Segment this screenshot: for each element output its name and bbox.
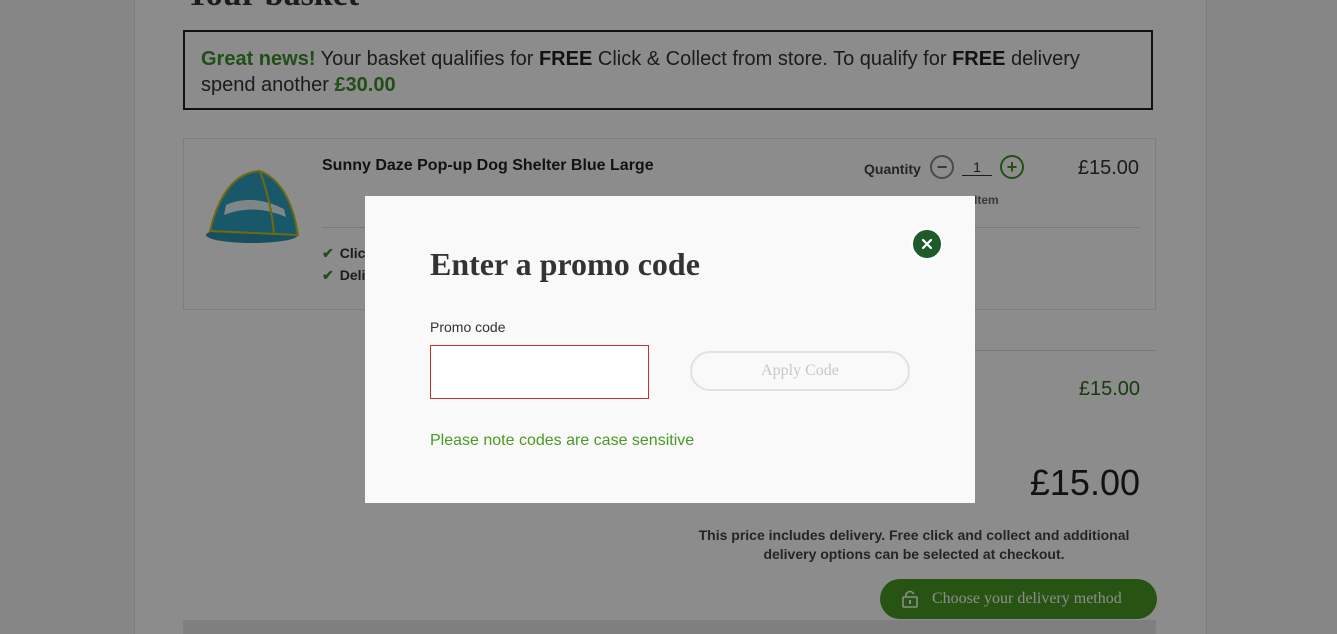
promo-code-input[interactable] — [430, 345, 649, 399]
promo-code-modal: Enter a promo code Promo code Apply Code… — [365, 196, 975, 503]
modal-title: Enter a promo code — [430, 246, 700, 282]
apply-code-button[interactable]: Apply Code — [690, 351, 910, 391]
case-sensitive-note: Please note codes are case sensitive — [430, 432, 695, 449]
close-modal-button[interactable] — [911, 228, 943, 260]
promo-code-label: Promo code — [430, 319, 506, 335]
close-icon — [921, 238, 933, 250]
